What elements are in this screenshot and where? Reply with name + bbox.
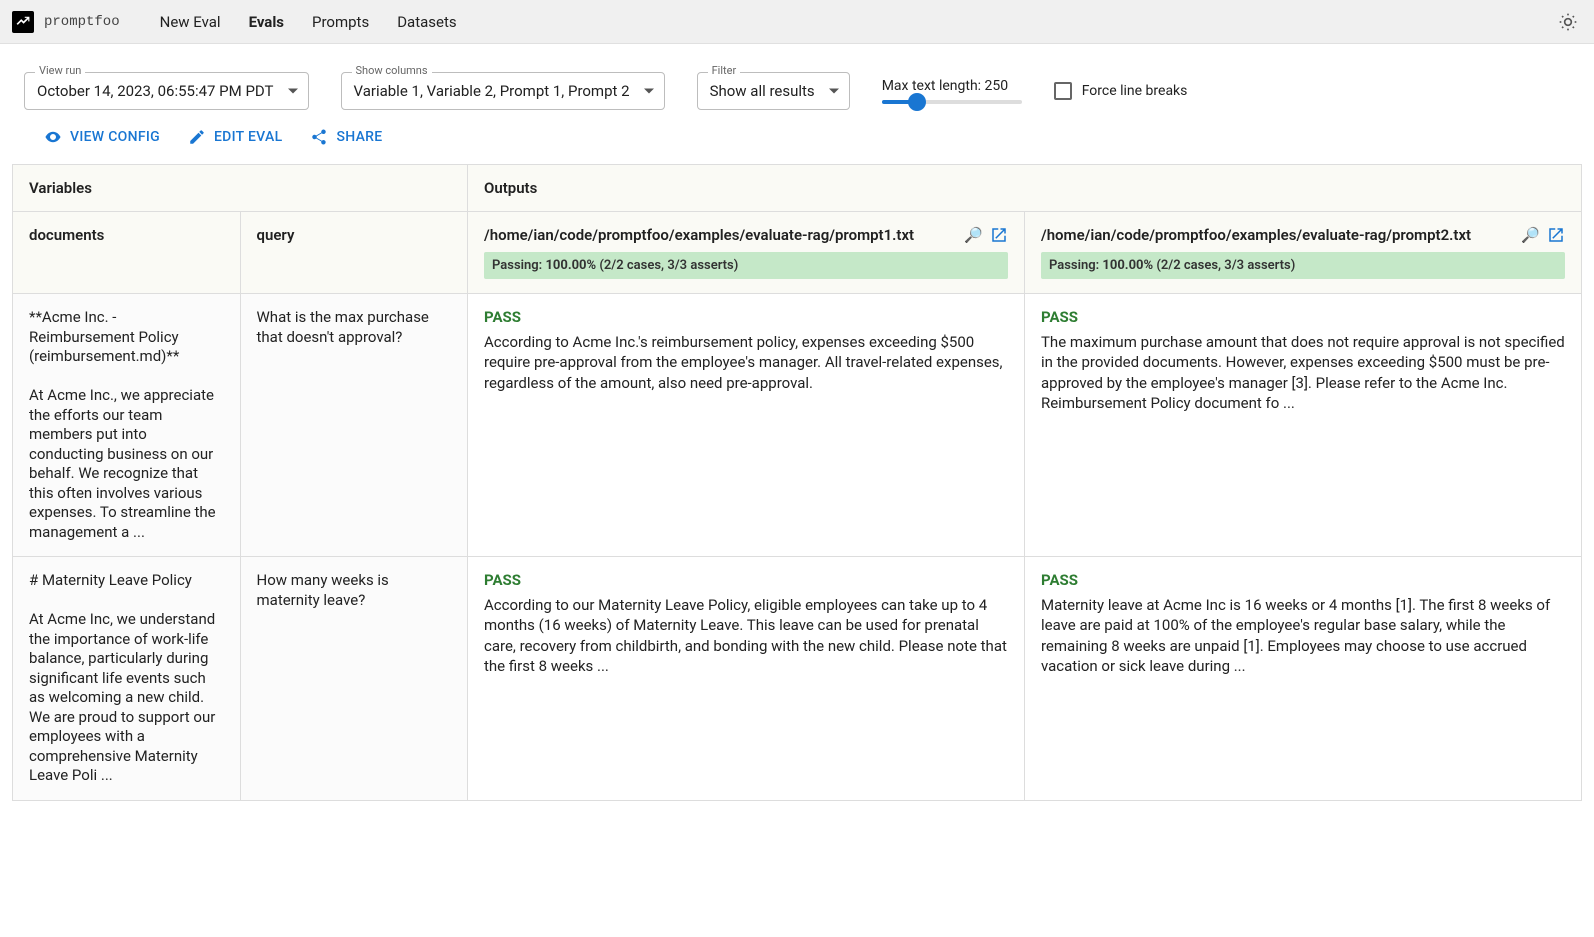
magnifier-icon[interactable]: 🔎 bbox=[1521, 226, 1539, 244]
cell-output-1: PASS According to Acme Inc.'s reimbursem… bbox=[468, 294, 1025, 557]
share-button[interactable]: SHARE bbox=[310, 128, 382, 146]
col-output-1: /home/ian/code/promptfoo/examples/evalua… bbox=[468, 212, 1025, 294]
cell-documents: **Acme Inc. - Reimbursement Policy (reim… bbox=[13, 294, 241, 557]
prompt1-passing: Passing: 100.00% (2/2 cases, 3/3 asserts… bbox=[484, 252, 1008, 279]
action-row: VIEW CONFIG EDIT EVAL SHARE bbox=[0, 122, 1594, 164]
table-row: **Acme Inc. - Reimbursement Policy (reim… bbox=[13, 294, 1582, 557]
status-badge: PASS bbox=[1041, 308, 1565, 326]
sun-icon bbox=[1558, 12, 1578, 32]
cell-documents: # Maternity Leave Policy At Acme Inc, we… bbox=[13, 557, 241, 801]
output-text: According to Acme Inc.'s reimbursement p… bbox=[484, 332, 1008, 393]
view-config-button[interactable]: VIEW CONFIG bbox=[44, 128, 160, 146]
filter-value: Show all results bbox=[710, 82, 815, 100]
brand-name: promptfoo bbox=[44, 14, 120, 30]
open-external-icon[interactable] bbox=[990, 226, 1008, 244]
col-documents: documents bbox=[13, 212, 241, 294]
cell-output-2: PASS Maternity leave at Acme Inc is 16 w… bbox=[1024, 557, 1581, 801]
nav-prompts[interactable]: Prompts bbox=[312, 13, 369, 31]
slider-track[interactable] bbox=[882, 100, 1022, 104]
view-run-select[interactable]: View run October 14, 2023, 06:55:47 PM P… bbox=[24, 72, 309, 110]
prompt1-path: /home/ian/code/promptfoo/examples/evalua… bbox=[484, 226, 914, 244]
show-columns-value: Variable 1, Variable 2, Prompt 1, Prompt… bbox=[354, 82, 630, 100]
results-table-wrap: Variables Outputs documents query /home/… bbox=[0, 164, 1594, 821]
controls-row: View run October 14, 2023, 06:55:47 PM P… bbox=[0, 44, 1594, 122]
nav-evals[interactable]: Evals bbox=[249, 13, 284, 31]
cell-query: How many weeks is maternity leave? bbox=[240, 557, 468, 801]
share-icon bbox=[310, 128, 328, 146]
status-badge: PASS bbox=[1041, 571, 1565, 589]
status-badge: PASS bbox=[484, 571, 1008, 589]
chevron-down-icon bbox=[644, 89, 654, 94]
col-query: query bbox=[240, 212, 468, 294]
chevron-down-icon bbox=[829, 89, 839, 94]
topbar: promptfoo New Eval Evals Prompts Dataset… bbox=[0, 0, 1594, 44]
theme-toggle-button[interactable] bbox=[1554, 8, 1582, 36]
output-text: The maximum purchase amount that does no… bbox=[1041, 332, 1565, 413]
pencil-icon bbox=[188, 128, 206, 146]
nav-datasets[interactable]: Datasets bbox=[397, 13, 456, 31]
nav-new-eval[interactable]: New Eval bbox=[160, 13, 221, 31]
max-text-length-slider[interactable]: Max text length: 250 bbox=[882, 78, 1022, 104]
status-badge: PASS bbox=[484, 308, 1008, 326]
filter-legend: Filter bbox=[708, 64, 741, 77]
chevron-down-icon bbox=[288, 89, 298, 94]
prompt2-passing: Passing: 100.00% (2/2 cases, 3/3 asserts… bbox=[1041, 252, 1565, 279]
logo-icon bbox=[12, 11, 34, 33]
output-text: Maternity leave at Acme Inc is 16 weeks … bbox=[1041, 595, 1565, 676]
show-columns-legend: Show columns bbox=[352, 64, 432, 77]
force-line-breaks-checkbox[interactable]: Force line breaks bbox=[1054, 82, 1188, 100]
header-variables: Variables bbox=[13, 165, 468, 212]
view-run-legend: View run bbox=[35, 64, 85, 77]
filter-select[interactable]: Filter Show all results bbox=[697, 72, 850, 110]
header-outputs: Outputs bbox=[468, 165, 1582, 212]
eye-icon bbox=[44, 128, 62, 146]
open-external-icon[interactable] bbox=[1547, 226, 1565, 244]
main-nav: New Eval Evals Prompts Datasets bbox=[160, 13, 457, 31]
checkbox-icon[interactable] bbox=[1054, 82, 1072, 100]
view-run-value: October 14, 2023, 06:55:47 PM PDT bbox=[37, 82, 274, 100]
table-row: # Maternity Leave Policy At Acme Inc, we… bbox=[13, 557, 1582, 801]
slider-label: Max text length: 250 bbox=[882, 78, 1022, 94]
force-line-breaks-label: Force line breaks bbox=[1082, 83, 1188, 99]
slider-thumb[interactable] bbox=[908, 93, 926, 111]
output-text: According to our Maternity Leave Policy,… bbox=[484, 595, 1008, 676]
col-output-2: /home/ian/code/promptfoo/examples/evalua… bbox=[1024, 212, 1581, 294]
results-table: Variables Outputs documents query /home/… bbox=[12, 164, 1582, 801]
cell-output-2: PASS The maximum purchase amount that do… bbox=[1024, 294, 1581, 557]
show-columns-select[interactable]: Show columns Variable 1, Variable 2, Pro… bbox=[341, 72, 665, 110]
magnifier-icon[interactable]: 🔎 bbox=[964, 226, 982, 244]
prompt2-path: /home/ian/code/promptfoo/examples/evalua… bbox=[1041, 226, 1471, 244]
edit-eval-button[interactable]: EDIT EVAL bbox=[188, 128, 282, 146]
cell-query: What is the max purchase that doesn't ap… bbox=[240, 294, 468, 557]
cell-output-1: PASS According to our Maternity Leave Po… bbox=[468, 557, 1025, 801]
